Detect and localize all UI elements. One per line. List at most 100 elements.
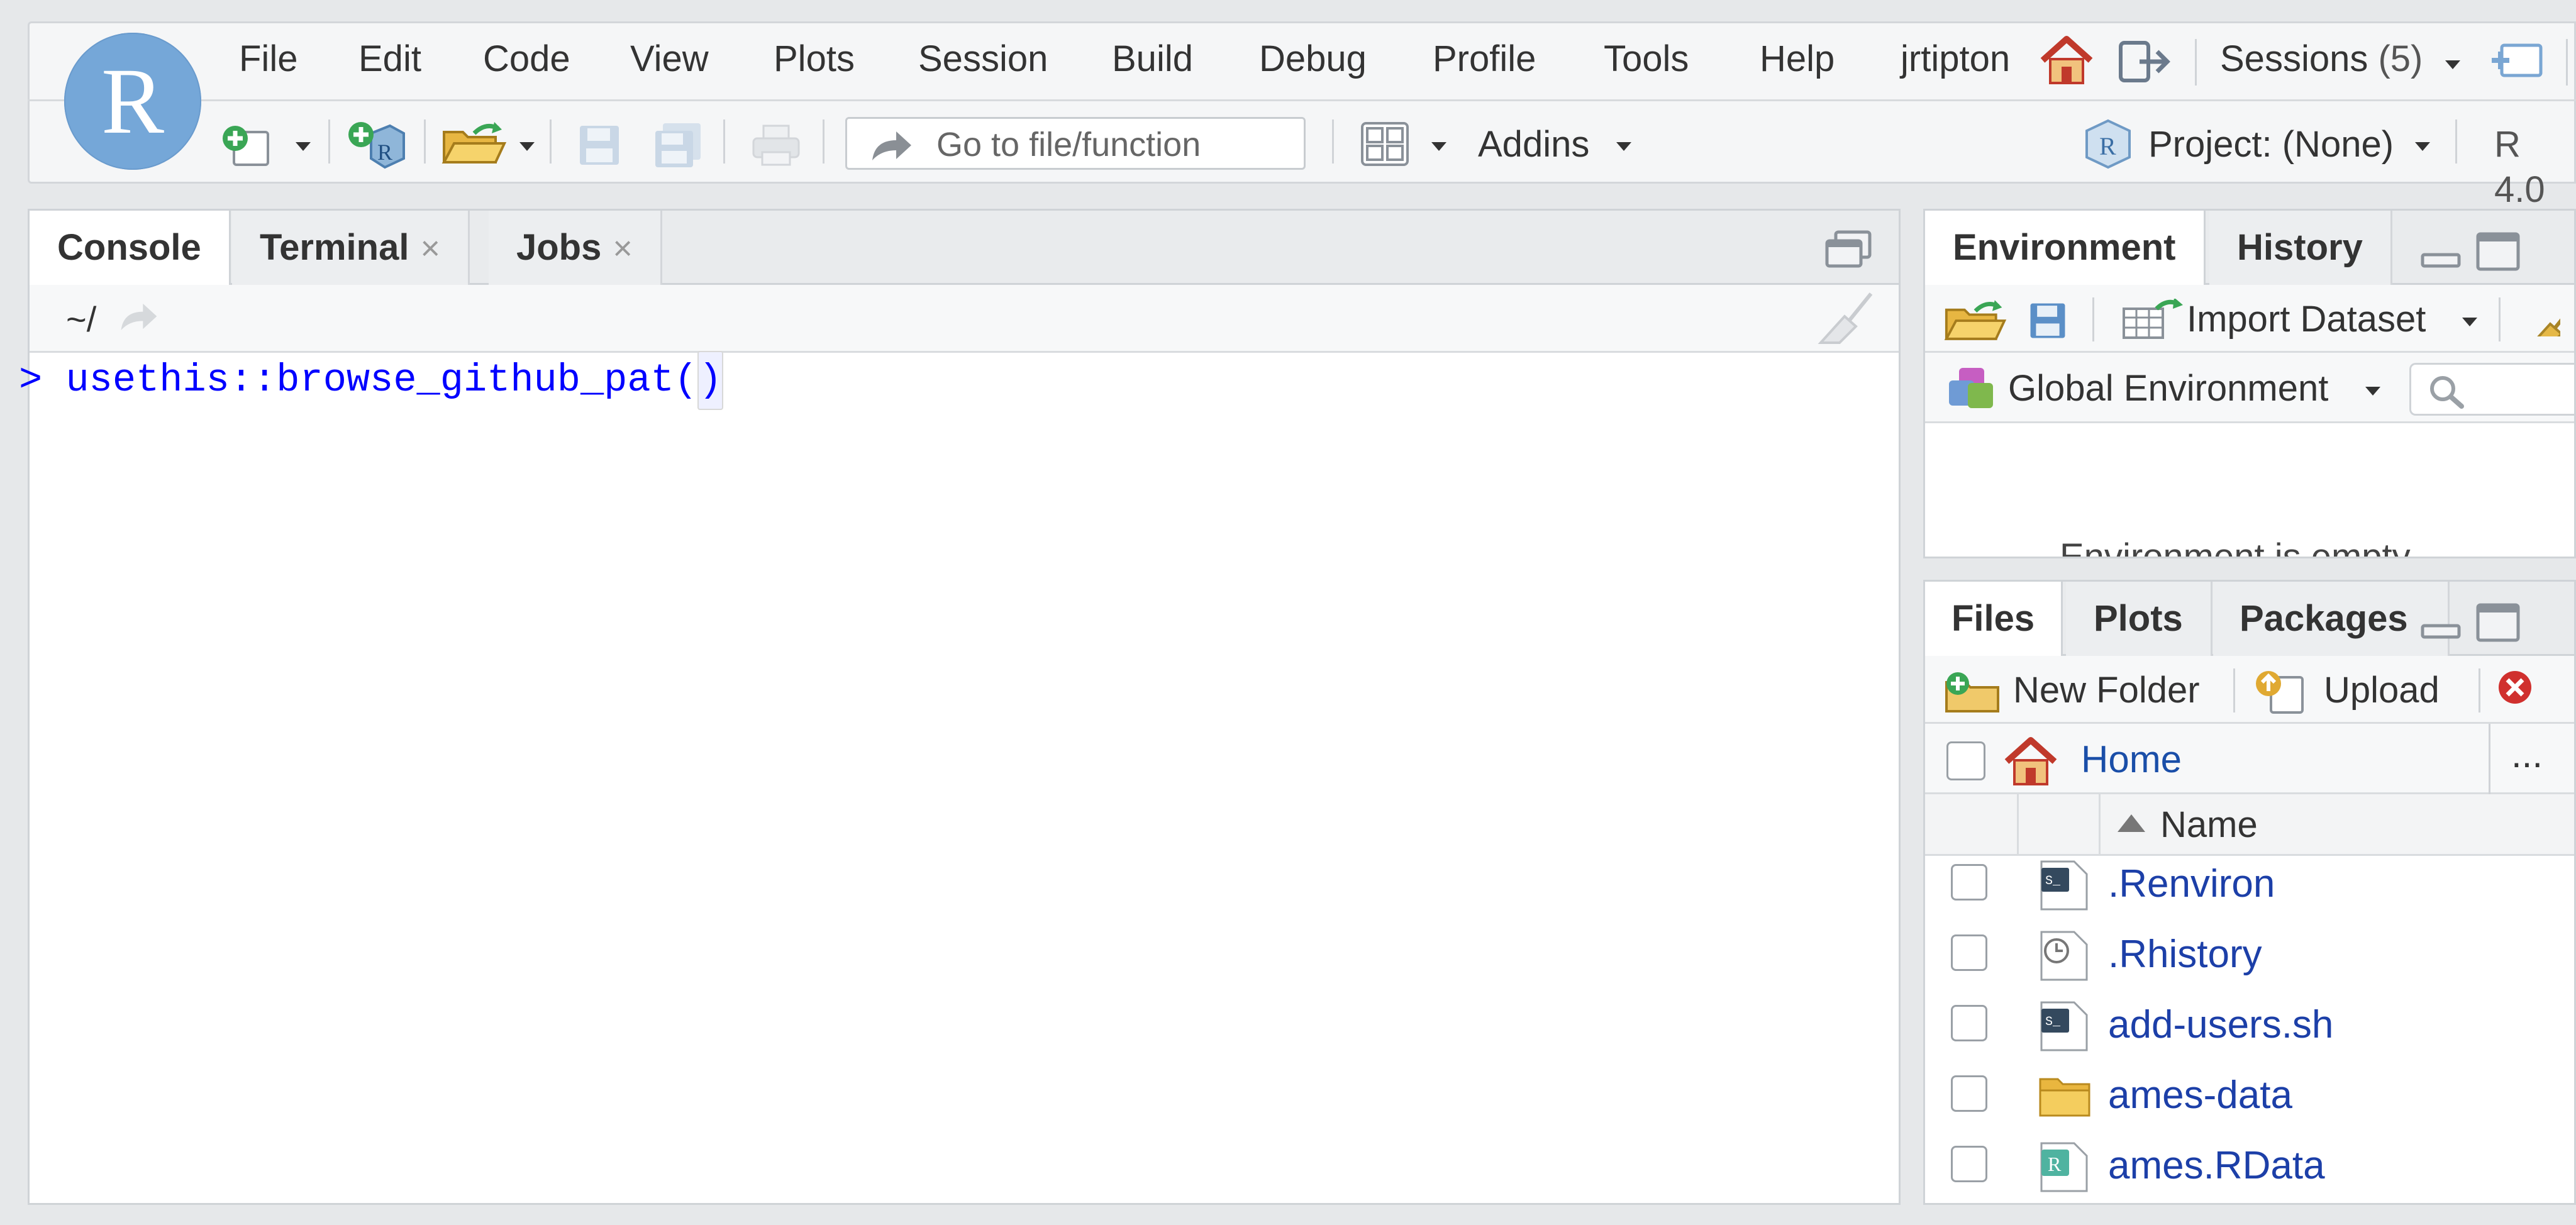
tab-terminal-label: Terminal <box>260 227 409 268</box>
file-checkbox[interactable] <box>1951 864 1987 901</box>
menu-tools[interactable]: Tools <box>1604 36 1689 82</box>
home-icon[interactable] <box>2038 35 2096 86</box>
file-name-link[interactable]: add-users.sh <box>2108 1001 2333 1049</box>
file-name-link[interactable]: .Rhistory <box>2108 931 2262 978</box>
tab-packages[interactable]: Packages <box>2213 582 2450 656</box>
tab-files[interactable]: Files <box>1925 582 2063 656</box>
open-file-icon[interactable] <box>441 121 507 166</box>
home-icon[interactable] <box>2002 736 2060 787</box>
tab-console[interactable]: Console <box>30 211 231 285</box>
menu-debug[interactable]: Debug <box>1259 36 1367 82</box>
r-version: R 4.0 <box>2494 124 2545 210</box>
sign-out-icon[interactable] <box>2118 39 2172 84</box>
project-menu[interactable]: Project: (None) <box>2148 122 2394 167</box>
import-dataset-caret-icon[interactable] <box>2462 318 2477 326</box>
new-folder-icon[interactable] <box>1944 670 2001 714</box>
tab-jobs-label: Jobs <box>516 227 602 268</box>
delete-icon[interactable] <box>2496 668 2534 706</box>
restore-pane-icon[interactable] <box>1824 230 1872 270</box>
console-input-line[interactable]: > usethis::browse_github_pat() <box>19 351 724 410</box>
search-icon <box>2428 374 2469 409</box>
new-session-icon[interactable] <box>2487 40 2545 80</box>
file-checkbox[interactable] <box>1951 1146 1987 1182</box>
tab-history[interactable]: History <box>2209 211 2392 285</box>
goto-file-function-input[interactable]: Go to file/function <box>845 117 1306 170</box>
more-options[interactable]: ... <box>2511 733 2543 777</box>
menu-file[interactable]: File <box>239 36 297 82</box>
import-dataset-button[interactable]: Import Dataset <box>2187 297 2426 341</box>
clear-objects-broom-icon[interactable] <box>2523 299 2560 336</box>
tab-terminal[interactable]: Terminal × <box>232 211 470 285</box>
environment-toolbar: Import Dataset <box>1925 285 2574 353</box>
import-dataset-icon[interactable] <box>2121 299 2184 340</box>
addins-caret-icon[interactable] <box>1616 142 1631 151</box>
tab-plots[interactable]: Plots <box>2066 582 2212 656</box>
sessions-caret-icon[interactable] <box>2445 60 2460 69</box>
file-checkbox[interactable] <box>1951 1075 1987 1112</box>
new-project-icon[interactable]: R <box>346 119 406 171</box>
minimize-pane-icon[interactable] <box>2421 617 2461 640</box>
new-folder-button[interactable]: New Folder <box>2013 668 2200 712</box>
file-row[interactable]: ames-data <box>1924 1060 2576 1131</box>
column-header-name[interactable]: Name <box>2160 803 2258 847</box>
goto-working-dir-icon[interactable] <box>118 300 159 333</box>
new-file-icon[interactable] <box>220 123 274 167</box>
maximize-pane-icon[interactable] <box>2476 603 2520 642</box>
save-workspace-icon[interactable] <box>2028 301 2067 340</box>
clear-console-broom-icon[interactable] <box>1817 291 1877 345</box>
file-name-link[interactable]: ames-data <box>2108 1072 2292 1119</box>
sessions-label: Sessions <box>2220 38 2368 79</box>
file-row[interactable]: R ames.RData <box>1924 1131 2576 1201</box>
upload-button[interactable]: Upload <box>2324 668 2440 712</box>
working-directory[interactable]: ~/ <box>66 297 96 341</box>
file-name-link[interactable]: ames.RData <box>2108 1142 2325 1190</box>
menu-profile[interactable]: Profile <box>1433 36 1536 82</box>
pane-layout-icon[interactable] <box>1360 121 1410 167</box>
menu-code[interactable]: Code <box>483 36 570 82</box>
file-row[interactable]: S_ add-users.sh <box>1924 990 2576 1060</box>
select-all-checkbox[interactable] <box>1946 741 1985 780</box>
menu-build[interactable]: Build <box>1112 36 1193 82</box>
file-row[interactable]: .Rhistory <box>1924 919 2576 990</box>
files-column-header: Name <box>1925 794 2574 856</box>
load-workspace-icon[interactable] <box>1944 299 2007 343</box>
global-environment-icon <box>1946 365 1996 411</box>
toolbar-separator <box>823 119 824 164</box>
menu-session[interactable]: Session <box>918 36 1048 82</box>
files-toolbar: New Folder Upload <box>1925 656 2574 724</box>
file-row[interactable]: S_ .Renviron <box>1924 849 2576 919</box>
file-checkbox[interactable] <box>1951 934 1987 971</box>
project-caret-icon[interactable] <box>2415 142 2430 151</box>
toolbar-separator <box>2499 297 2501 341</box>
tab-jobs[interactable]: Jobs × <box>489 211 662 285</box>
sessions-menu[interactable]: Sessions (5) <box>2220 36 2423 82</box>
file-checkbox[interactable] <box>1951 1005 1987 1041</box>
global-environment-select[interactable]: Global Environment <box>2008 367 2328 411</box>
close-icon[interactable]: × <box>613 230 633 267</box>
breadcrumb-home[interactable]: Home <box>2081 738 2182 782</box>
addins-menu[interactable]: Addins <box>1478 122 1589 167</box>
toolbar-separator <box>2455 119 2457 164</box>
console-prompt: > <box>19 358 43 402</box>
svg-text:R: R <box>2099 132 2116 160</box>
tab-environment[interactable]: Environment <box>1925 211 2206 285</box>
pane-layout-caret-icon[interactable] <box>1431 142 1446 151</box>
new-file-caret-icon[interactable] <box>296 142 311 151</box>
menu-edit[interactable]: Edit <box>358 36 421 82</box>
open-file-caret-icon[interactable] <box>519 142 535 151</box>
menu-help[interactable]: Help <box>1760 36 1835 82</box>
close-icon[interactable]: × <box>420 230 440 267</box>
menu-separator <box>28 99 2576 101</box>
sort-ascending-icon[interactable] <box>2118 814 2145 832</box>
menu-plots[interactable]: Plots <box>774 36 855 82</box>
tab-packages-label: Packages <box>2240 598 2408 639</box>
global-environment-caret-icon[interactable] <box>2365 387 2380 396</box>
upload-icon[interactable] <box>2252 668 2309 714</box>
minimize-pane-icon[interactable] <box>2421 246 2461 269</box>
file-name-link[interactable]: .Renviron <box>2108 860 2275 908</box>
maximize-pane-icon[interactable] <box>2476 232 2520 271</box>
environment-search-input[interactable] <box>2409 363 2574 416</box>
menu-view[interactable]: View <box>630 36 709 82</box>
toolbar-separator <box>2479 668 2480 712</box>
toolbar-separator <box>2092 297 2094 341</box>
